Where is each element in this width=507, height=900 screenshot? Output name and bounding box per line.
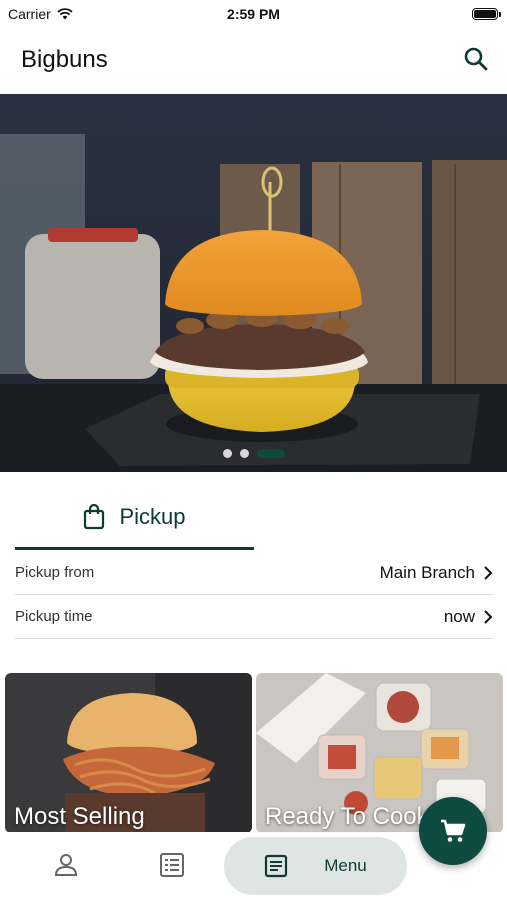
category-card-most-selling[interactable]: Most Selling (5, 673, 252, 833)
category-name: Most Selling (14, 803, 145, 830)
tab-pickup[interactable]: Pickup (15, 495, 254, 550)
carousel-dot[interactable] (222, 449, 232, 458)
carousel-dots[interactable] (0, 449, 507, 458)
nav-menu-label: Menu (324, 856, 367, 875)
hero-carousel[interactable] (0, 94, 507, 472)
shopping-bag-icon (84, 504, 105, 530)
carousel-dot-active[interactable] (256, 449, 285, 458)
app-header: Bigbuns (0, 28, 507, 92)
pickup-from-value: Main Branch (379, 562, 475, 582)
battery-icon (472, 8, 501, 20)
chevron-right-icon (484, 609, 493, 624)
pickup-time-value-wrap[interactable]: now (444, 607, 493, 627)
cart-button[interactable] (419, 797, 487, 865)
clock: 2:59 PM (227, 6, 280, 22)
chevron-right-icon (484, 565, 493, 580)
pickup-time-label: Pickup time (15, 608, 93, 625)
tab-pickup-label: Pickup (119, 504, 186, 529)
app-title: Bigbuns (21, 46, 108, 73)
nav-menu-button[interactable]: Menu (224, 837, 407, 895)
search-icon[interactable] (463, 46, 489, 72)
profile-icon[interactable] (51, 850, 81, 880)
carousel-dot[interactable] (239, 449, 249, 458)
category-name: Ready To Cook (265, 803, 429, 830)
cart-icon (441, 819, 466, 842)
pickup-time-row[interactable]: Pickup time now (15, 595, 493, 639)
pickup-from-row[interactable]: Pickup from Main Branch (15, 551, 493, 595)
menu-icon (265, 854, 288, 878)
status-bar: Carrier 2:59 PM (0, 0, 507, 28)
pickup-from-value-wrap[interactable]: Main Branch (380, 563, 493, 583)
burger-photo (0, 94, 507, 472)
pickup-from-label: Pickup from (15, 564, 95, 581)
orders-list-icon[interactable] (157, 850, 187, 880)
pickup-time-value: now (443, 606, 475, 626)
